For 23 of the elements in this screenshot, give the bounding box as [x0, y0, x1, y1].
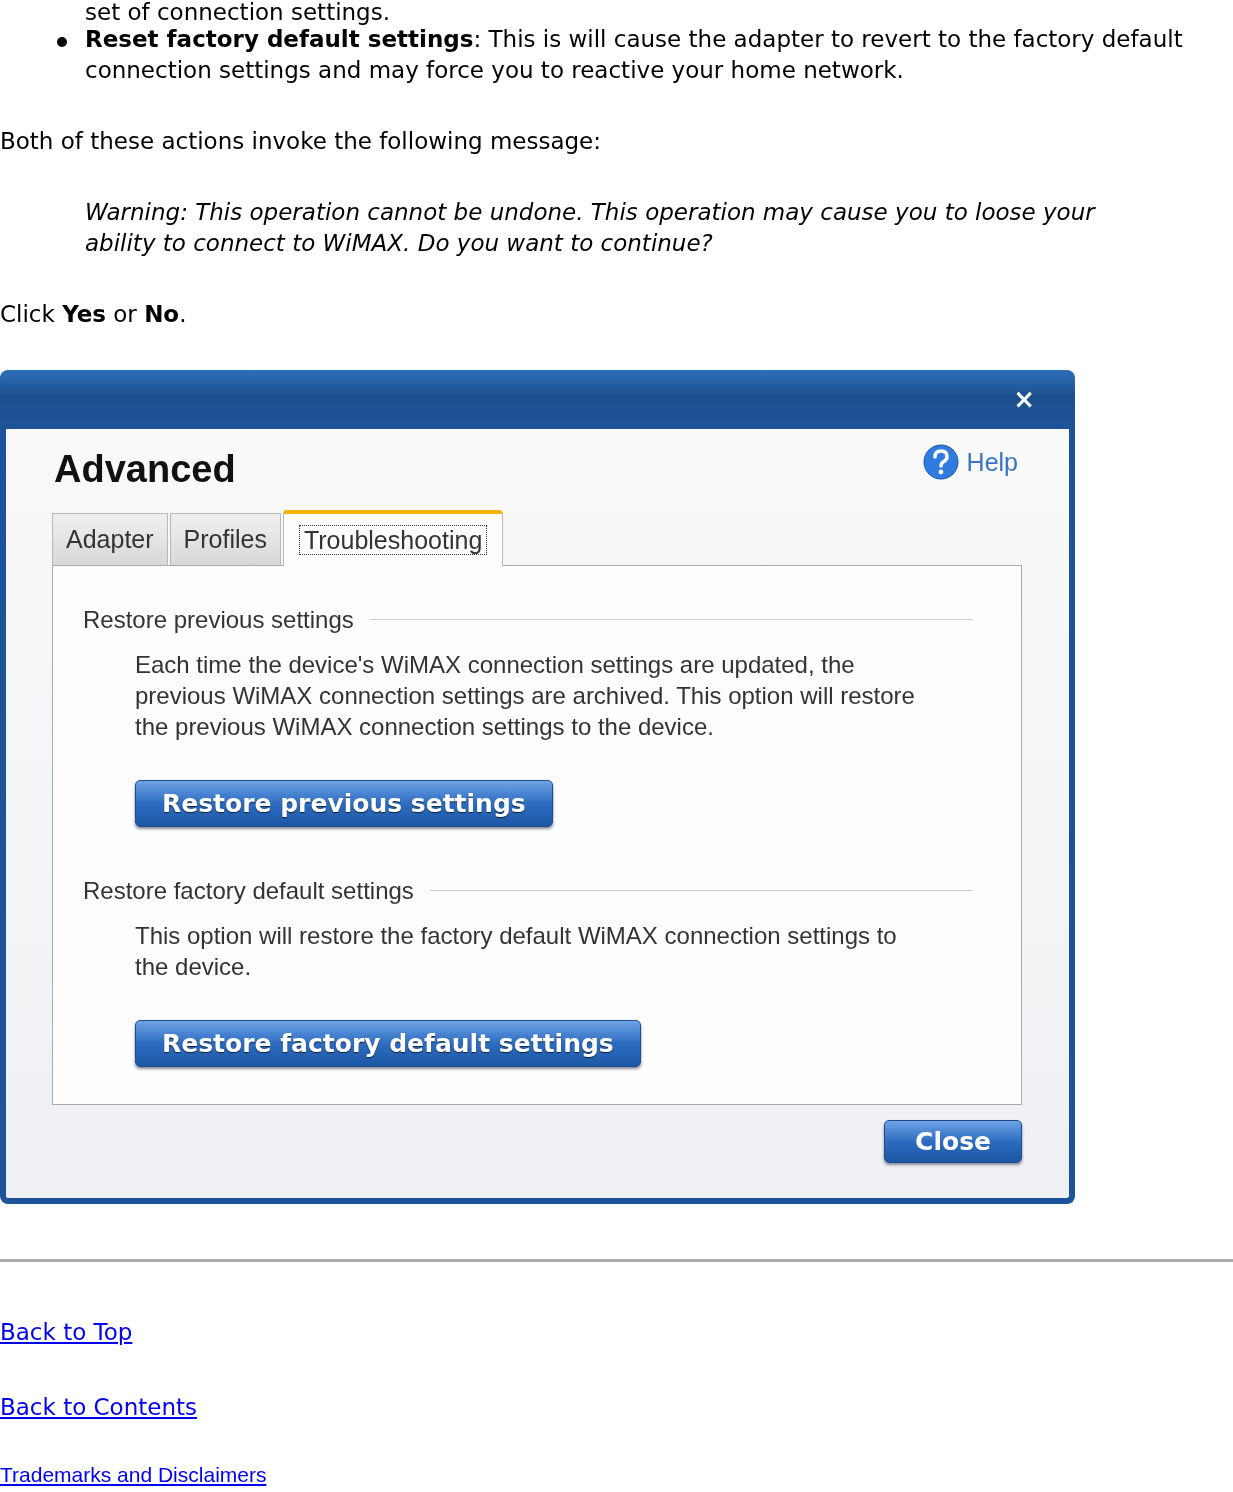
help-icon[interactable]	[922, 444, 959, 480]
section-heading: Restore previous settings	[83, 605, 354, 635]
section-heading: Restore factory default settings	[83, 876, 414, 906]
description-text: This option will restore the factory default WiMAX connection settings to the device.	[135, 921, 898, 982]
nav-link[interactable]: Back to Contents	[0, 1394, 197, 1420]
close-dialog-button[interactable]: Close	[884, 1120, 1022, 1163]
warning-text: Warning: This operation cannot be undone. This operation may cause you to loose your ability to connect to WiMAX. Do you want to continue?	[84, 198, 1095, 258]
paragraph: Reset factory default settings: This is will cause the adapter to revert to the factory default connection settings and may force you to reactive your home network.	[85, 26, 1183, 83]
description-text: Each time the device's WiMAX connection settings are updated, the previous WiMAX connection settings are archived. This option will restore the previous WiMAX connection settings to the device.	[135, 650, 916, 742]
paragraph: Click Yes or No.	[0, 300, 188, 329]
footer-link[interactable]: Trademarks and Disclaimers	[0, 1463, 267, 1486]
restore-button[interactable]: Restore previous settings	[135, 780, 553, 827]
close-button[interactable]: ×	[1013, 384, 1035, 415]
paragraph: set of connection settings.	[84, 0, 391, 24]
paragraph: Both of these actions invoke the following message:	[0, 127, 602, 156]
help-link[interactable]: Help	[966, 446, 1018, 478]
restore-button[interactable]: Restore factory default settings	[135, 1020, 641, 1067]
tab[interactable]: Troubleshooting	[282, 510, 504, 566]
tab[interactable]: Profiles	[169, 513, 281, 565]
bullet-icon	[57, 37, 67, 47]
nav-link[interactable]: Back to Top	[0, 1319, 133, 1345]
dialog-title: Advanced	[54, 453, 236, 485]
tab[interactable]: Adapter	[52, 513, 168, 565]
